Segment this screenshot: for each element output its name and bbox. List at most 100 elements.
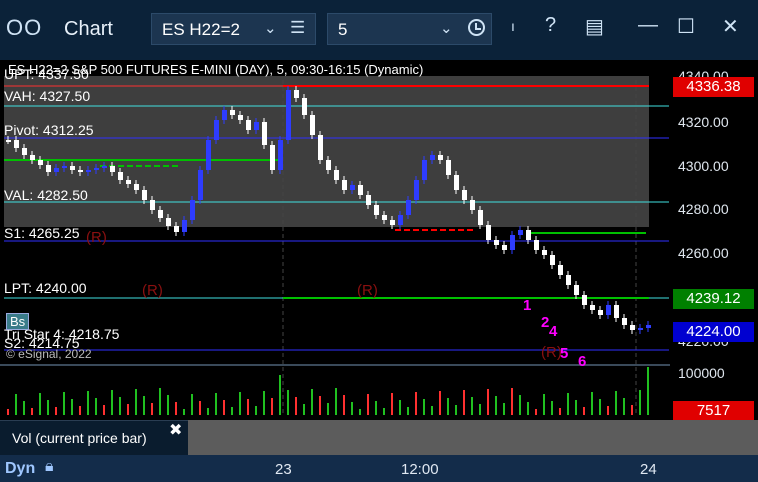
level-price-tag: 4239.12: [673, 289, 754, 309]
candle: [110, 166, 115, 172]
dyn-mode[interactable]: Dyn: [5, 460, 35, 478]
candle: [262, 122, 267, 145]
bottom-bar: Dyn 🔒︎ 23 12:00 24: [0, 455, 758, 482]
price-tick: 4300.00: [678, 158, 729, 174]
seq-label: 5: [560, 345, 569, 362]
volume-bar: [311, 389, 313, 415]
clock-icon[interactable]: [468, 19, 485, 36]
volume-bar: [215, 393, 217, 415]
volume-bar: [239, 392, 241, 415]
cursor-icon[interactable]: ı: [511, 18, 515, 34]
candle: [38, 160, 43, 165]
candle: [70, 166, 75, 170]
volume-bar: [183, 409, 185, 415]
volume-bar: [479, 404, 481, 415]
symbol-value[interactable]: ES H22=2: [162, 20, 240, 40]
time-tick: 24: [640, 461, 657, 478]
volume-bar: [439, 391, 441, 415]
volume-bar: [471, 397, 473, 415]
volume-tooltip: Vol (current price bar) ✖: [0, 420, 188, 455]
candle: [518, 230, 523, 235]
volume-bar: [599, 399, 601, 415]
candle: [46, 165, 51, 172]
candle: [254, 122, 259, 130]
help-icon[interactable]: ?: [545, 14, 556, 37]
candle: [486, 225, 491, 240]
volume-bar: [487, 389, 489, 415]
r-marker: (R): [541, 344, 562, 361]
candle: [78, 170, 83, 172]
val-label: VAL: 4282.50: [4, 187, 88, 203]
r-marker: (R): [357, 282, 378, 299]
candle: [446, 160, 451, 175]
candle: [6, 140, 11, 142]
close-icon[interactable]: ✕: [722, 14, 739, 39]
candle: [494, 240, 499, 245]
s1-label: S1: 4265.25: [4, 225, 80, 241]
close-icon[interactable]: ✖: [169, 420, 182, 440]
candle: [278, 140, 283, 170]
candle: [294, 90, 299, 98]
candle: [286, 90, 291, 140]
volume-bar: [551, 401, 553, 415]
candle: [190, 200, 195, 220]
candle: [398, 215, 403, 225]
candle: [166, 218, 171, 226]
volume-bar: [543, 394, 545, 415]
volume-bar: [375, 401, 377, 415]
candle: [478, 210, 483, 225]
chevron-down-icon[interactable]: ⌄: [264, 19, 277, 37]
window-title: Chart: [64, 18, 113, 40]
volume-bar: [119, 397, 121, 415]
last-price-tag: 4224.00: [673, 322, 754, 342]
candle: [630, 325, 635, 330]
seq-label: 6: [578, 353, 587, 370]
candle: [382, 215, 387, 220]
candle: [582, 295, 587, 305]
volume-bar: [63, 392, 65, 415]
chart-area[interactable]: ES H22=2 S&P 500 FUTURES E-MINI (DAY), 5…: [0, 60, 758, 422]
menu-icon[interactable]: ☰: [290, 18, 305, 38]
candle: [622, 318, 627, 325]
volume-bar: [15, 394, 17, 415]
volume-bar: [623, 398, 625, 415]
interval-selector[interactable]: 5 ⌄: [327, 13, 492, 45]
interval-value[interactable]: 5: [338, 20, 347, 40]
value-area-zone: [4, 76, 649, 227]
seq-label: 4: [549, 323, 558, 340]
chevron-down-icon[interactable]: ⌄: [440, 19, 453, 37]
volume-bar: [535, 409, 537, 415]
volume-bar: [407, 407, 409, 415]
candle: [30, 155, 35, 160]
candle: [470, 200, 475, 210]
candle: [606, 305, 611, 315]
volume-bar: [255, 406, 257, 415]
volume-bar: [383, 408, 385, 415]
seq-label: 1: [523, 297, 532, 314]
maximize-icon[interactable]: ☐: [677, 14, 695, 39]
candle: [270, 145, 275, 170]
volume-bar: [367, 394, 369, 415]
volume-bar: [615, 391, 617, 415]
candle: [222, 110, 227, 120]
candle: [646, 325, 651, 328]
candle: [86, 170, 91, 172]
volume-bar: [431, 406, 433, 415]
volume-bar: [447, 398, 449, 415]
candle: [326, 160, 331, 170]
candle: [302, 98, 307, 115]
volume-bar: [247, 399, 249, 415]
price-tick: 4280.00: [678, 201, 729, 217]
lock-icon[interactable]: 🔒︎: [45, 458, 54, 476]
volume-bar: [639, 390, 641, 415]
volume-bar: [79, 406, 81, 415]
upt-label: UPT: 4337.50: [4, 66, 89, 82]
page-setup-icon[interactable]: ▤: [585, 14, 604, 39]
candle: [158, 210, 163, 218]
time-tick: 23: [275, 461, 292, 478]
volume-bar: [231, 407, 233, 415]
price-chart[interactable]: [0, 60, 758, 422]
candle: [134, 184, 139, 190]
minimize-icon[interactable]: —: [638, 14, 658, 37]
symbol-selector[interactable]: ES H22=2 ⌄ ☰: [151, 13, 316, 45]
